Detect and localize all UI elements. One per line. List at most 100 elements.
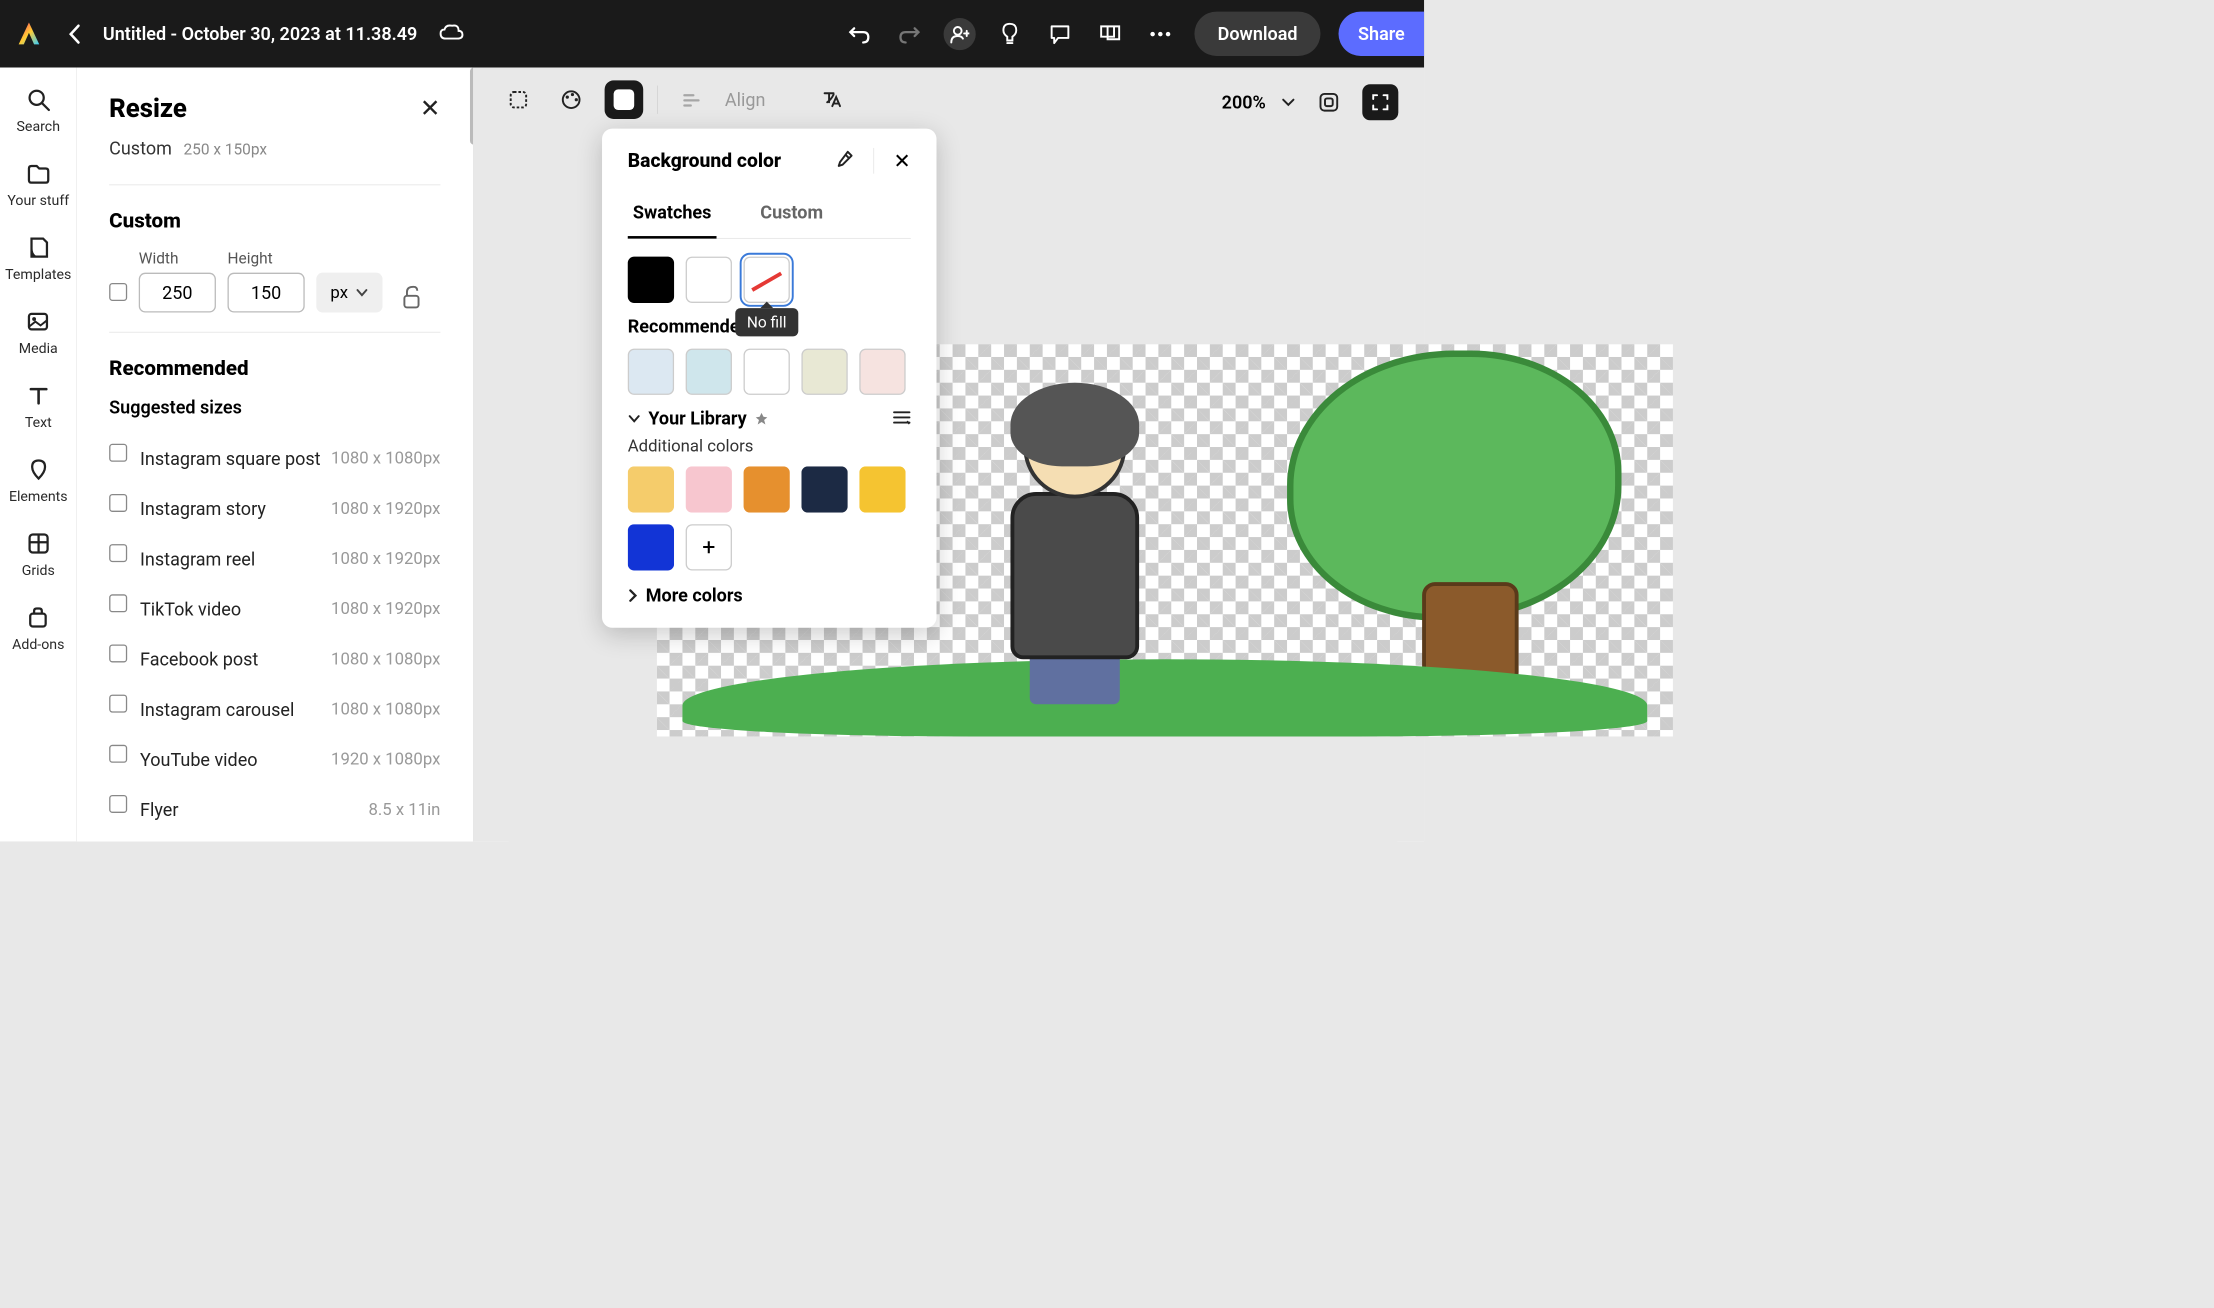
resize-panel: Resize ✕ Custom 250 x 150px Custom Width… <box>77 68 473 842</box>
size-checkbox[interactable] <box>109 494 127 512</box>
additional-colors-label: Additional colors <box>628 437 911 456</box>
chevron-down-icon <box>356 288 369 297</box>
lock-aspect-button[interactable] <box>401 284 423 312</box>
size-checkbox[interactable] <box>109 795 127 813</box>
color-swatch[interactable] <box>628 349 674 395</box>
topbar: Untitled - October 30, 2023 at 11.38.49 … <box>0 0 1424 68</box>
canvas-area[interactable]: Align 200% <box>473 68 1424 842</box>
add-color-button[interactable]: + <box>686 524 732 570</box>
fit-button[interactable] <box>1311 84 1347 120</box>
app-logo[interactable] <box>13 18 45 50</box>
rail-templates-label: Templates <box>5 267 71 283</box>
comment-icon[interactable] <box>1044 18 1076 50</box>
crop-tool[interactable] <box>499 80 538 119</box>
custom-checkbox[interactable] <box>109 283 127 301</box>
size-checkbox[interactable] <box>109 544 127 562</box>
suggested-size-row[interactable]: Flyer 8.5 x 11in <box>109 785 440 835</box>
align-label: Align <box>725 89 766 110</box>
close-popover-button[interactable]: ✕ <box>894 149 911 173</box>
rail-elements[interactable]: Elements <box>9 457 68 505</box>
color-swatch[interactable] <box>628 466 674 512</box>
color-swatch[interactable] <box>744 466 790 512</box>
resize-title: Resize <box>109 93 187 123</box>
present-icon[interactable] <box>1094 18 1126 50</box>
suggested-size-row[interactable]: Instagram square post 1080 x 1080px <box>109 434 440 484</box>
rail-text[interactable]: Text <box>25 383 52 431</box>
document-title[interactable]: Untitled - October 30, 2023 at 11.38.49 <box>103 23 417 44</box>
chevron-right-icon <box>628 588 638 603</box>
zoom-value[interactable]: 200% <box>1222 92 1266 113</box>
size-checkbox[interactable] <box>109 695 127 713</box>
color-swatch[interactable] <box>628 524 674 570</box>
color-swatch[interactable] <box>859 466 905 512</box>
chevron-down-icon[interactable] <box>1281 98 1295 107</box>
more-colors-toggle[interactable]: More colors <box>628 585 911 606</box>
list-view-button[interactable] <box>893 409 911 427</box>
color-swatch[interactable] <box>686 257 732 303</box>
size-checkbox[interactable] <box>109 745 127 763</box>
size-checkbox[interactable] <box>109 594 127 612</box>
no-fill-swatch[interactable]: No fill <box>744 257 790 303</box>
recommended-section-title: Recommended <box>109 356 440 380</box>
undo-button[interactable] <box>843 18 875 50</box>
translate-tool[interactable] <box>813 80 852 119</box>
expand-button[interactable] <box>1362 84 1398 120</box>
size-name: Instagram carousel <box>140 699 294 720</box>
rail-your-stuff[interactable]: Your stuff <box>7 161 69 209</box>
suggested-size-row[interactable]: Instagram reel 1080 x 1920px <box>109 534 440 584</box>
background-color-tool[interactable] <box>605 80 644 119</box>
tab-swatches[interactable]: Swatches <box>628 194 717 238</box>
canvas-toolbar: Align <box>499 80 852 119</box>
suggested-size-row[interactable]: YouTube video 1920 x 1080px <box>109 735 440 785</box>
more-icon[interactable] <box>1144 18 1176 50</box>
size-dimensions: 1080 x 1080px <box>331 700 440 719</box>
size-checkbox[interactable] <box>109 444 127 462</box>
rail-search[interactable]: Search <box>17 87 60 135</box>
color-swatch[interactable] <box>744 349 790 395</box>
redo-button[interactable] <box>893 18 925 50</box>
width-input[interactable] <box>139 273 216 313</box>
library-icon <box>754 411 768 425</box>
idea-icon[interactable] <box>994 18 1026 50</box>
size-name: Instagram reel <box>140 548 255 569</box>
align-tool[interactable] <box>672 80 711 119</box>
close-resize-button[interactable]: ✕ <box>420 94 440 123</box>
suggested-size-row[interactable]: Instagram story 1080 x 1920px <box>109 484 440 534</box>
your-library-toggle[interactable]: Your Library <box>628 408 769 429</box>
invite-button[interactable] <box>944 18 976 50</box>
current-size-dims: 250 x 150px <box>184 140 268 158</box>
color-swatch[interactable] <box>686 349 732 395</box>
download-button[interactable]: Download <box>1194 12 1320 56</box>
color-swatch[interactable] <box>686 466 732 512</box>
cloud-icon[interactable] <box>438 23 464 45</box>
rail-elements-label: Elements <box>9 489 68 505</box>
divider <box>874 148 875 174</box>
share-button[interactable]: Share <box>1339 12 1424 56</box>
suggested-size-row[interactable]: TikTok video 1080 x 1920px <box>109 584 440 634</box>
unit-select[interactable]: px <box>316 273 382 313</box>
rail-media[interactable]: Media <box>19 309 58 357</box>
rail-search-label: Search <box>17 119 60 135</box>
size-dimensions: 1920 x 1080px <box>331 750 440 769</box>
suggested-sizes-label: Suggested sizes <box>109 397 440 418</box>
suggested-size-row[interactable]: Facebook post 1080 x 1080px <box>109 634 440 684</box>
size-checkbox[interactable] <box>109 644 127 662</box>
height-input[interactable] <box>228 273 305 313</box>
color-swatch[interactable] <box>801 466 847 512</box>
size-dimensions: 1080 x 1920px <box>331 549 440 568</box>
back-button[interactable] <box>58 18 90 50</box>
rail-addons[interactable]: Add-ons <box>12 605 64 653</box>
color-swatch[interactable] <box>628 257 674 303</box>
color-swatch[interactable] <box>859 349 905 395</box>
zoom-controls: 200% <box>1222 84 1399 120</box>
size-name: Instagram story <box>140 498 266 519</box>
eyedropper-button[interactable] <box>834 149 855 172</box>
rail-your-stuff-label: Your stuff <box>7 193 69 209</box>
rail-grids[interactable]: Grids <box>22 531 55 579</box>
rail-templates[interactable]: Templates <box>5 235 71 283</box>
color-tool[interactable] <box>552 80 591 119</box>
tab-custom[interactable]: Custom <box>755 194 828 238</box>
width-label: Width <box>139 250 216 268</box>
color-swatch[interactable] <box>801 349 847 395</box>
suggested-size-row[interactable]: Instagram carousel 1080 x 1080px <box>109 684 440 734</box>
